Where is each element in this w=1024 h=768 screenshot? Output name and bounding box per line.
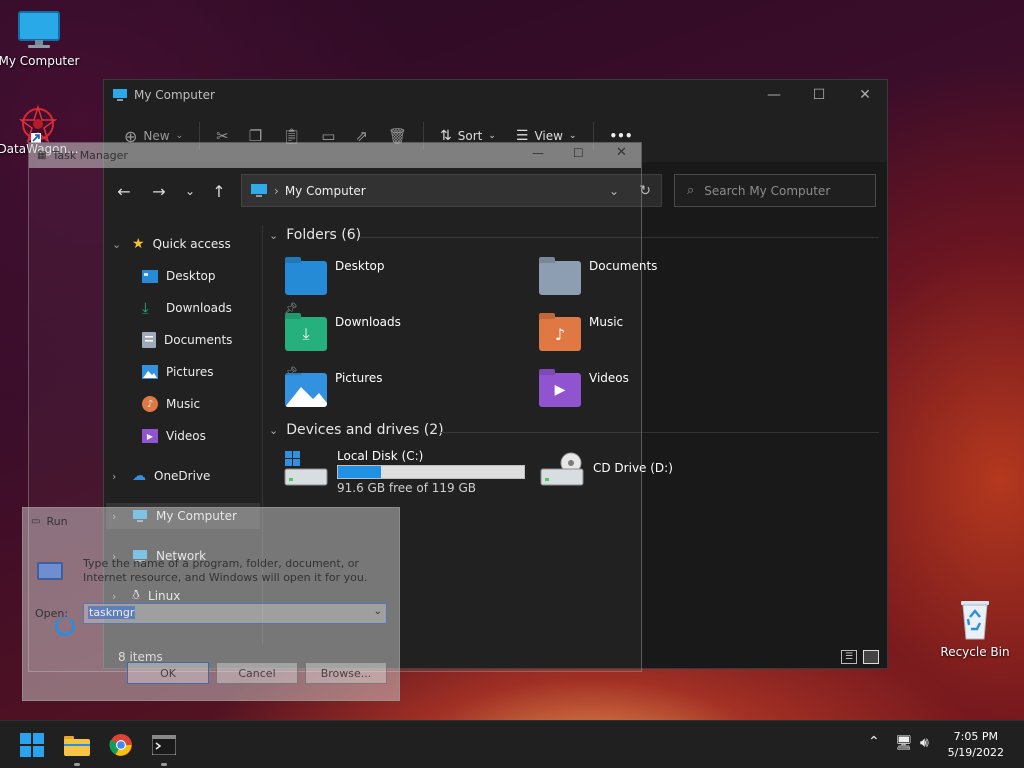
chevron-up-icon[interactable]: ⌃ bbox=[868, 734, 880, 750]
details-view-button[interactable]: ☰ bbox=[841, 650, 857, 664]
monitor-icon bbox=[18, 11, 60, 48]
cancel-label: Cancel bbox=[238, 666, 276, 680]
browse-label: Browse... bbox=[320, 666, 372, 680]
run-input-value: taskmgr bbox=[88, 606, 136, 619]
system-clock[interactable]: 7:05 PM 5/19/2022 bbox=[948, 729, 1004, 761]
run-dialog: ▭ Run Type the name of a program, folder… bbox=[22, 507, 400, 701]
view-label: View bbox=[534, 129, 563, 143]
run-description: Type the name of a program, folder, docu… bbox=[83, 557, 368, 584]
run-input[interactable]: taskmgr ⌄ bbox=[83, 603, 387, 624]
network-icon[interactable]: 🖥︎ bbox=[895, 735, 913, 751]
terminal-icon bbox=[152, 735, 176, 755]
close-button[interactable]: ✕ bbox=[842, 80, 888, 110]
taskbar: ⌃ 🖥︎ 🔊︎ 7:05 PM 5/19/2022 bbox=[0, 720, 1024, 768]
volume-icon[interactable]: 🔊︎ bbox=[920, 735, 929, 751]
run-program-icon bbox=[37, 562, 63, 580]
browse-button[interactable]: Browse... bbox=[305, 662, 387, 684]
desktop-icon-label: My Computer bbox=[0, 54, 80, 68]
chevron-down-icon: ⌄ bbox=[175, 131, 184, 141]
minimize-button[interactable]: — bbox=[751, 80, 797, 110]
running-indicator bbox=[74, 763, 80, 766]
minimize-button[interactable]: — bbox=[532, 146, 544, 160]
task-manager-icon: ▦ bbox=[37, 150, 47, 161]
more-icon: ••• bbox=[609, 129, 633, 143]
run-icon: ▭ bbox=[31, 516, 41, 527]
window-title: My Computer bbox=[134, 88, 215, 102]
ok-button[interactable]: OK bbox=[127, 662, 209, 684]
maximize-button[interactable]: ☐ bbox=[796, 80, 842, 110]
run-title: Run bbox=[46, 515, 68, 528]
folder-icon bbox=[64, 736, 90, 756]
recycle-bin-icon bbox=[961, 601, 989, 640]
desktop-icon-my-computer[interactable]: My Computer bbox=[0, 10, 81, 68]
datawagon-logo-icon bbox=[18, 104, 58, 144]
chevron-down-icon[interactable]: ⌄ bbox=[374, 606, 382, 617]
taskbar-file-explorer[interactable] bbox=[61, 729, 93, 766]
search-placeholder: Search My Computer bbox=[704, 183, 831, 198]
task-manager-title: Task Manager bbox=[52, 149, 128, 162]
windows-logo-icon bbox=[20, 733, 44, 757]
busy-spinner-icon bbox=[55, 616, 75, 636]
chrome-icon bbox=[109, 734, 132, 756]
new-label: New bbox=[143, 129, 170, 143]
cancel-button[interactable]: Cancel bbox=[216, 662, 298, 684]
desktop-icon-recycle-bin[interactable]: Recycle Bin bbox=[933, 595, 1017, 659]
search-box[interactable]: ⌕ Search My Computer bbox=[674, 174, 876, 207]
search-icon: ⌕ bbox=[687, 183, 695, 198]
ok-label: OK bbox=[160, 666, 176, 680]
task-manager-title-bar[interactable]: ▦ Task Manager — ☐ ✕ bbox=[29, 143, 641, 168]
monitor-icon bbox=[113, 89, 127, 101]
start-button[interactable] bbox=[16, 729, 48, 761]
chevron-down-icon: ⌄ bbox=[568, 131, 577, 141]
clock-time: 7:05 PM bbox=[953, 730, 998, 743]
clock-date: 5/19/2022 bbox=[947, 746, 1004, 759]
desktop-icon-label: Recycle Bin bbox=[940, 645, 1010, 659]
tiles-view-button[interactable] bbox=[863, 650, 879, 664]
sort-label: Sort bbox=[457, 129, 483, 143]
run-title-bar[interactable]: ▭ Run bbox=[31, 515, 68, 528]
taskbar-chrome[interactable] bbox=[105, 729, 137, 761]
close-button[interactable]: ✕ bbox=[616, 145, 627, 160]
chevron-down-icon: ⌄ bbox=[488, 131, 496, 141]
maximize-button[interactable]: ☐ bbox=[573, 146, 584, 160]
title-bar[interactable]: My Computer — ☐ ✕ bbox=[104, 80, 887, 110]
taskbar-terminal[interactable] bbox=[148, 729, 180, 766]
running-indicator bbox=[161, 763, 167, 766]
